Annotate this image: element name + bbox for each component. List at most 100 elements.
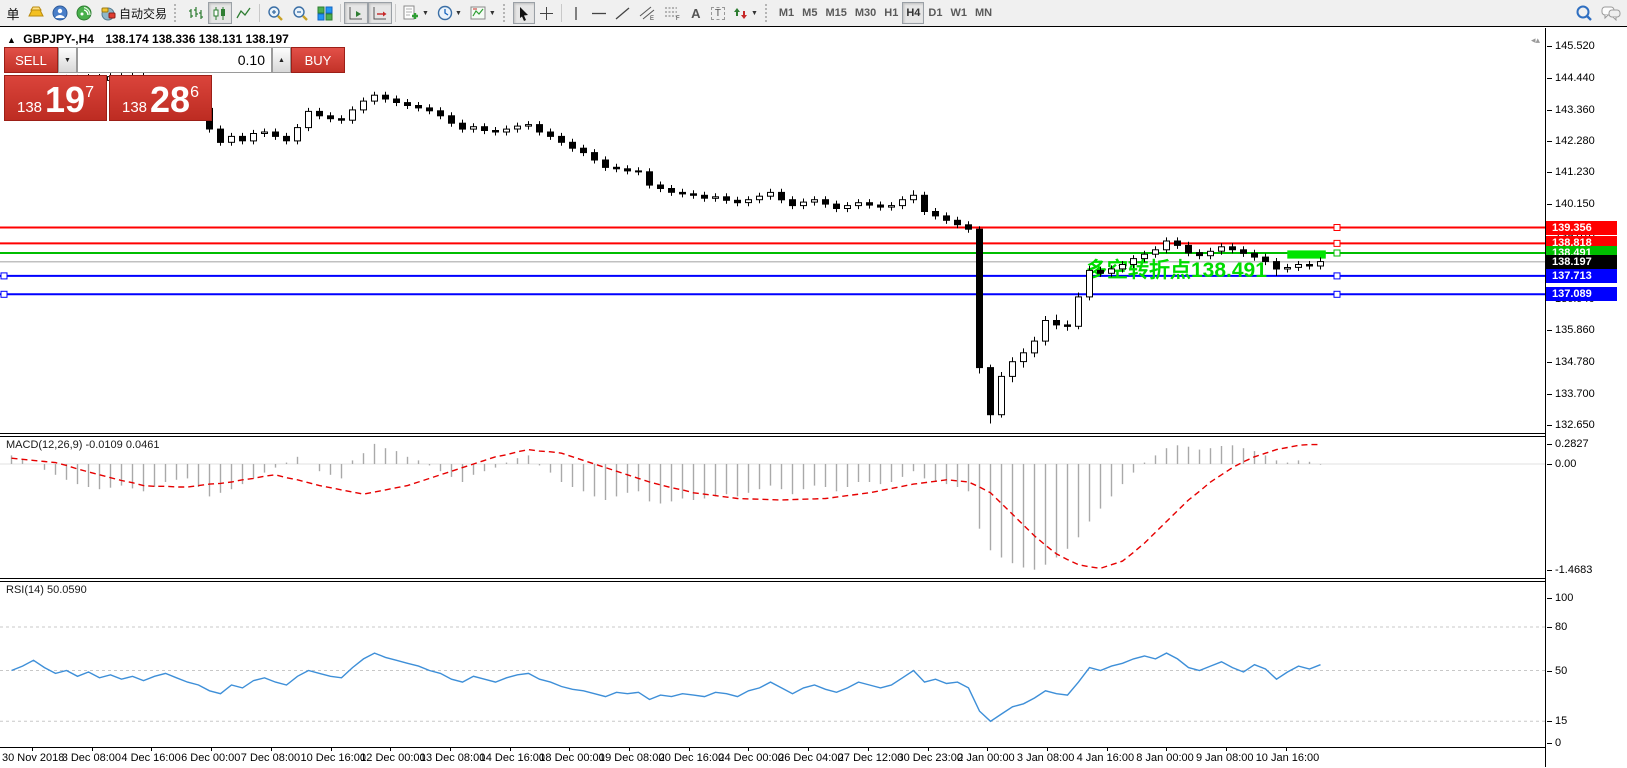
axis-tick-label: 100 (1555, 592, 1573, 604)
dropdown-arrow-icon: ▼ (422, 10, 429, 17)
panel-separator[interactable] (0, 578, 1627, 582)
dropdown-arrow-icon: ▼ (455, 10, 462, 17)
rsi-line (12, 653, 1321, 721)
chart-shift-icon[interactable] (368, 2, 392, 24)
price-axis[interactable]: 145.520144.440143.360142.280141.230140.1… (1545, 28, 1627, 767)
toolbar-grip (174, 4, 181, 22)
new-order-label: 单 (6, 4, 19, 23)
timeframe-h1[interactable]: H1 (880, 2, 902, 24)
panel-separator[interactable] (0, 433, 1627, 437)
line-handle[interactable] (1334, 240, 1340, 246)
volume-input[interactable] (77, 47, 272, 73)
horizontal-line-button[interactable] (587, 2, 611, 24)
level-price-label: 137.713 (1546, 269, 1617, 283)
top-toolbar: 单 自动交易 ▼ ▼ ▼ E F A T ▼ M1M5M15M30H1H4D1W… (0, 0, 1627, 27)
time-axis[interactable]: 30 Nov 20183 Dec 08:004 Dec 16:006 Dec 0… (0, 747, 1545, 768)
chart-line-icon[interactable] (232, 2, 256, 24)
axis-tick-label: 135.860 (1555, 324, 1595, 336)
tile-windows-icon[interactable] (313, 2, 337, 24)
time-axis-label: 14 Dec 16:00 (480, 752, 545, 764)
axis-tick-label: 140.150 (1555, 198, 1595, 210)
periods-button[interactable]: ▼ (433, 2, 466, 24)
zoom-out-icon[interactable] (288, 2, 313, 24)
timeframe-h4[interactable]: H4 (902, 2, 924, 24)
axis-tick-label: 0 (1555, 737, 1561, 749)
auto-scroll-icon[interactable] (344, 2, 368, 24)
timeframe-w1[interactable]: W1 (946, 2, 971, 24)
axis-tick-label: 50 (1555, 665, 1567, 677)
axis-tick-label: 132.650 (1555, 419, 1595, 431)
gold-icon[interactable] (24, 2, 48, 24)
auto-trading-label: 自动交易 (119, 5, 167, 22)
axis-tick-label: 133.700 (1555, 388, 1595, 400)
line-handle[interactable] (1, 273, 7, 279)
price-shift-marker[interactable]: ◂▴ (1531, 35, 1540, 46)
timeframe-m1[interactable]: M1 (775, 2, 798, 24)
time-axis-label: 9 Jan 08:00 (1196, 752, 1254, 764)
line-handle[interactable] (1334, 225, 1340, 231)
text-button[interactable]: A (685, 2, 707, 24)
timeframe-m5[interactable]: M5 (798, 2, 821, 24)
text-label-button[interactable]: T (707, 2, 729, 24)
axis-tick-label: 143.360 (1555, 104, 1595, 116)
line-handle[interactable] (1334, 273, 1340, 279)
search-icon[interactable] (1571, 2, 1597, 24)
sell-price-sup: 7 (85, 85, 94, 101)
axis-tick-label: 144.440 (1555, 72, 1595, 84)
trendline-button[interactable] (611, 2, 635, 24)
signals-icon[interactable] (72, 2, 96, 24)
axis-tick-label: 80 (1555, 621, 1567, 633)
macd-panel[interactable] (0, 437, 1545, 578)
macd-signal-line (12, 445, 1321, 569)
volume-decrease-button[interactable]: ▼ (58, 47, 77, 73)
axis-tick-label: 145.520 (1555, 40, 1595, 52)
new-order-button[interactable]: 单 (2, 2, 24, 24)
main-price-chart[interactable]: 多空转折点138.491 (0, 28, 1545, 433)
channel-button[interactable]: E (635, 2, 660, 24)
line-handle[interactable] (1, 291, 7, 297)
time-axis-label: 12 Dec 00:00 (360, 752, 425, 764)
arrows-button[interactable]: ▼ (729, 2, 762, 24)
buy-price-button[interactable]: 138 28 6 (109, 75, 212, 121)
cursor-button[interactable] (513, 2, 535, 24)
sell-button[interactable]: SELL (4, 47, 58, 73)
toolbar-separator (340, 4, 341, 22)
axis-tick-label: 15 (1555, 715, 1567, 727)
indicators-button[interactable]: ▼ (399, 2, 433, 24)
chart-candles-icon[interactable] (208, 2, 232, 24)
toolbar-separator (259, 4, 260, 22)
toolbar-separator (561, 4, 562, 22)
vertical-line-button[interactable] (565, 2, 587, 24)
volume-increase-button[interactable]: ▲ (272, 47, 291, 73)
time-axis-label: 3 Dec 08:00 (62, 752, 121, 764)
sell-price-button[interactable]: 138 19 7 (4, 75, 107, 121)
time-axis-label: 26 Dec 04:00 (778, 752, 843, 764)
time-axis-label: 4 Jan 16:00 (1077, 752, 1135, 764)
line-handle[interactable] (1334, 250, 1340, 256)
buy-button[interactable]: BUY (291, 47, 345, 73)
time-axis-label: 13 Dec 08:00 (420, 752, 485, 764)
templates-button[interactable]: ▼ (466, 2, 500, 24)
chart-ohlc-values: 138.174 138.336 138.131 138.197 (105, 32, 289, 46)
time-axis-label: 20 Dec 16:00 (659, 752, 724, 764)
chart-symbol-title: GBPJPY-,H4 (23, 32, 94, 46)
line-handle[interactable] (1334, 291, 1340, 297)
fibonacci-button[interactable]: F (660, 2, 685, 24)
crosshair-button[interactable] (535, 2, 558, 24)
timeframe-mn[interactable]: MN (971, 2, 996, 24)
rsi-panel[interactable] (0, 582, 1545, 747)
time-axis-label: 30 Nov 2018 (2, 752, 64, 764)
chart-bars-icon[interactable] (184, 2, 208, 24)
zoom-in-icon[interactable] (263, 2, 288, 24)
auto-trading-button[interactable]: 自动交易 (96, 2, 171, 24)
community-icon[interactable] (48, 2, 72, 24)
sell-price-big: 19 (45, 85, 85, 115)
axis-tick-label: 0.00 (1555, 458, 1576, 470)
timeframe-m30[interactable]: M30 (851, 2, 880, 24)
highlight-rect[interactable] (1287, 250, 1326, 258)
timeframe-d1[interactable]: D1 (924, 2, 946, 24)
time-axis-label: 7 Dec 08:00 (241, 752, 300, 764)
timeframe-m15[interactable]: M15 (821, 2, 850, 24)
chat-icon[interactable] (1597, 2, 1625, 24)
panel-collapse-icon[interactable]: ▲ (7, 35, 16, 45)
